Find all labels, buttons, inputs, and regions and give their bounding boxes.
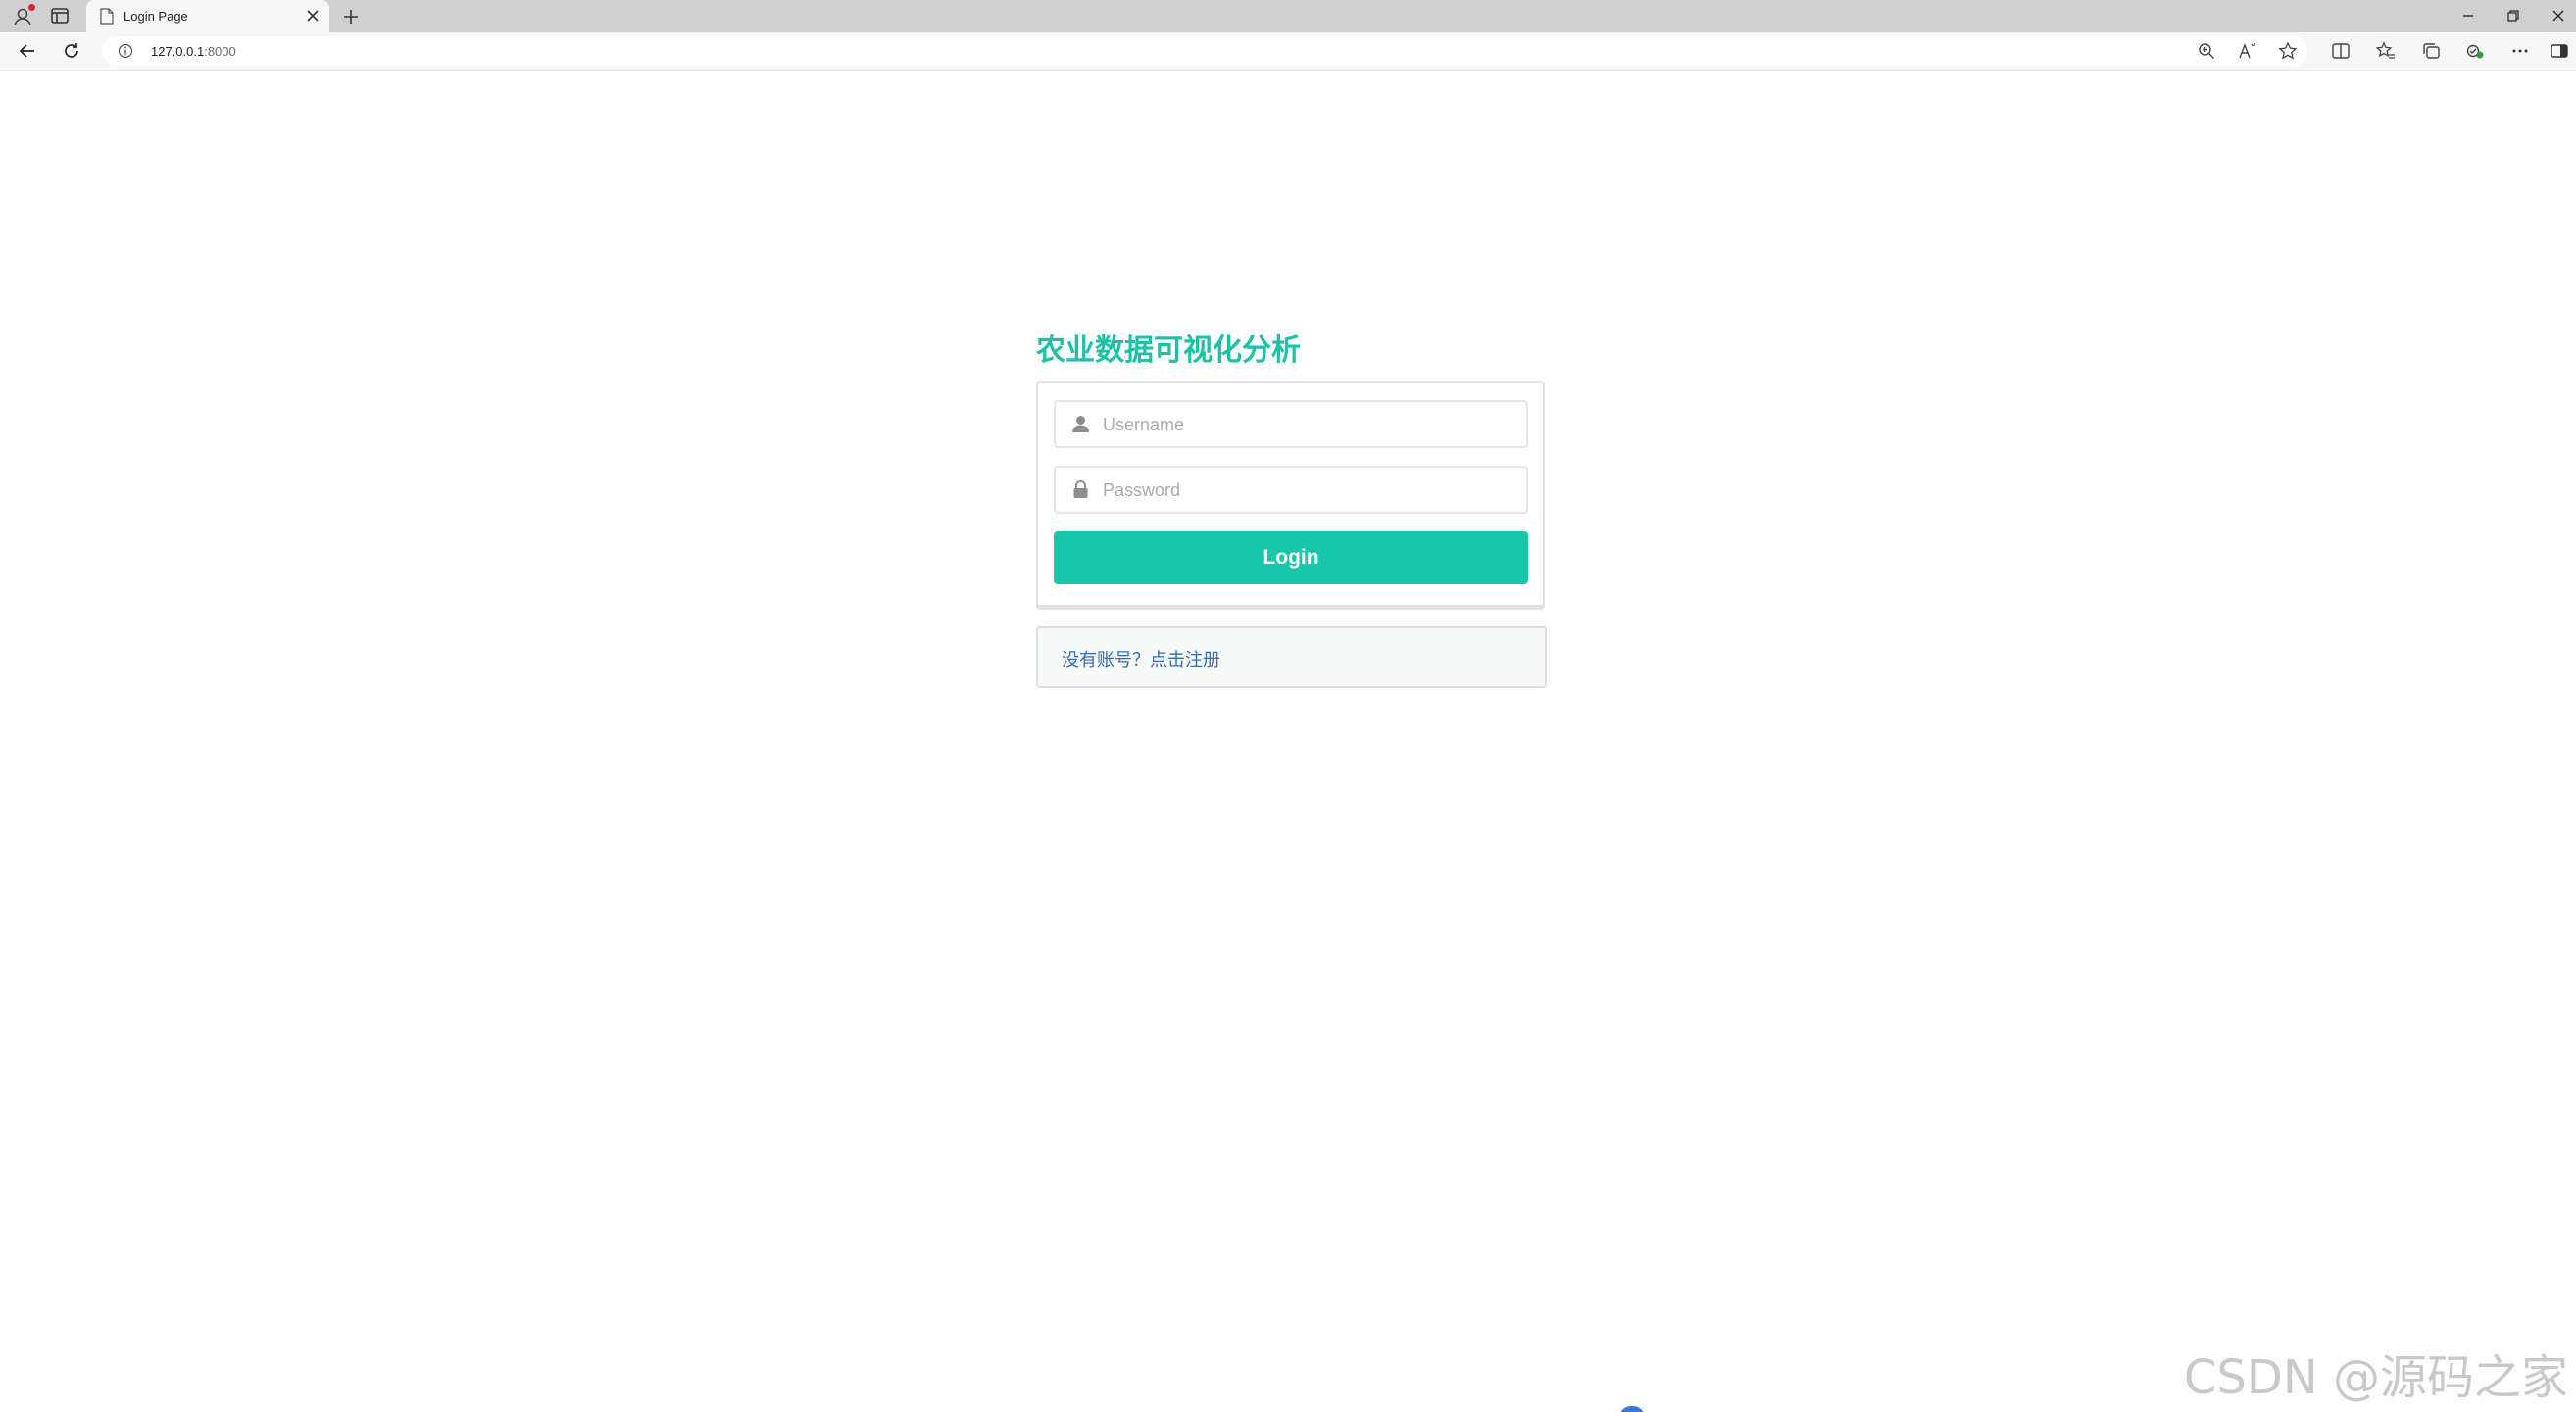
register-link[interactable]: 没有账号？点击注册 xyxy=(1062,646,1220,672)
star-icon[interactable] xyxy=(2278,41,2298,61)
minimize-icon[interactable] xyxy=(2460,8,2476,24)
info-icon[interactable] xyxy=(118,43,133,59)
plus-icon[interactable] xyxy=(341,7,361,26)
url-text[interactable]: 127.0.0.1:8000 xyxy=(151,44,236,59)
close-tab-icon[interactable] xyxy=(306,9,320,23)
password-field-wrapper xyxy=(1054,466,1528,514)
user-icon xyxy=(1071,415,1090,433)
split-screen-icon[interactable] xyxy=(2331,41,2351,61)
page-viewport: 农业数据可视化分析 Username Login 没有账号？点击注册 CSDN … xyxy=(0,70,2576,1412)
watermark: CSDN @源码之家 xyxy=(2183,1350,2568,1405)
read-aloud-icon[interactable] xyxy=(2238,41,2257,61)
login-button[interactable]: Login xyxy=(1054,531,1528,584)
url-port: :8000 xyxy=(204,44,236,59)
more-icon[interactable] xyxy=(2510,41,2530,61)
username-input[interactable] xyxy=(1101,402,1516,448)
favorites-icon[interactable] xyxy=(2375,41,2396,61)
extension-icon[interactable] xyxy=(2465,41,2485,61)
lock-icon xyxy=(1071,480,1090,499)
password-input[interactable] xyxy=(1101,468,1516,514)
login-form: Login xyxy=(1036,381,1545,607)
tab-strip: Login Page xyxy=(0,0,2576,32)
address-bar[interactable]: 127.0.0.1:8000 xyxy=(102,36,2307,66)
back-arrow-icon[interactable] xyxy=(18,41,37,61)
browser-window: Login Page 127.0.0.1:8000 农业数据可视化分析 User… xyxy=(0,0,2576,1412)
browser-toolbar: 127.0.0.1:8000 xyxy=(0,32,2576,70)
collections-icon[interactable] xyxy=(2421,41,2441,61)
close-window-icon[interactable] xyxy=(2551,8,2566,24)
tab-actions-icon[interactable] xyxy=(51,8,69,24)
register-box: 没有账号？点击注册 xyxy=(1036,626,1547,688)
refresh-icon[interactable] xyxy=(62,41,81,61)
url-host: 127.0.0.1 xyxy=(151,44,205,59)
username-field-wrapper xyxy=(1054,400,1528,448)
tab-title: Login Page xyxy=(124,9,188,24)
sidebar-icon[interactable] xyxy=(2550,41,2569,61)
page-icon xyxy=(100,8,114,25)
active-tab[interactable]: Login Page xyxy=(86,0,329,32)
zoom-icon[interactable] xyxy=(2197,41,2216,61)
restore-icon[interactable] xyxy=(2505,8,2521,24)
app-title: 农业数据可视化分析 xyxy=(1036,333,1301,368)
profile-icon[interactable] xyxy=(12,4,35,27)
